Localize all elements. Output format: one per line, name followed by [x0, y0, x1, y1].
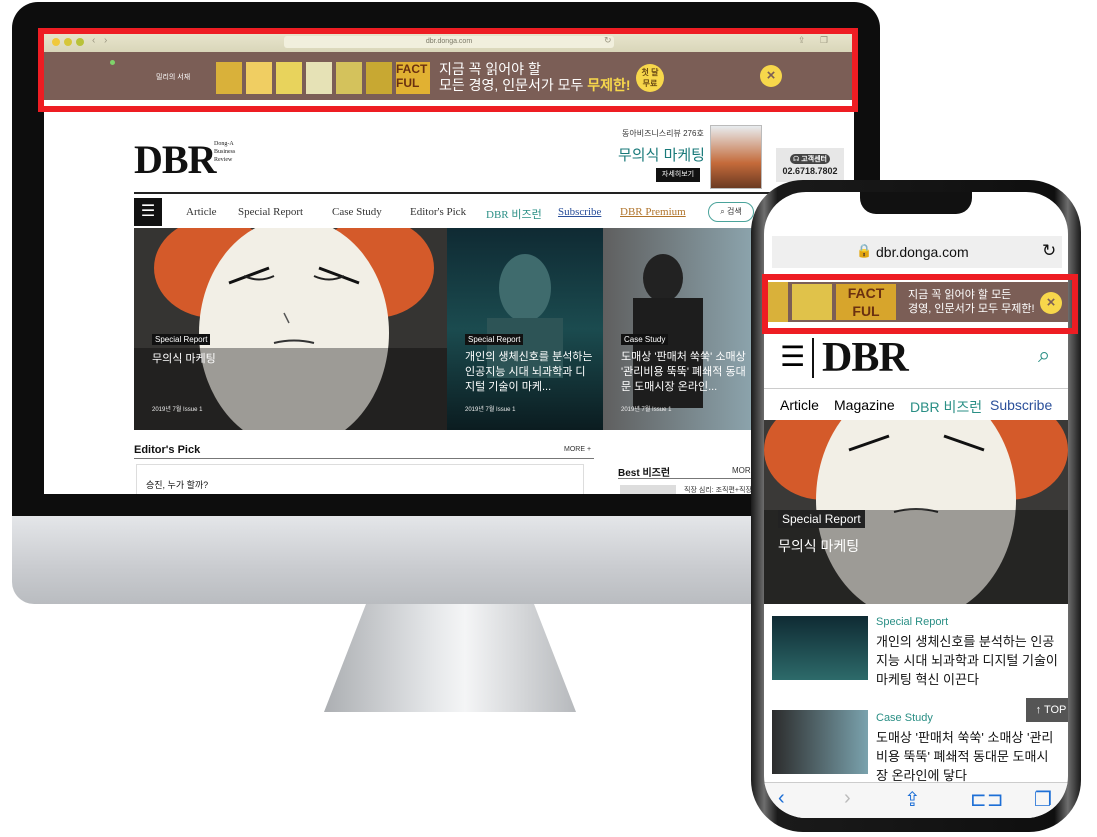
- mobile-nav-subscribe[interactable]: Subscribe: [990, 397, 1052, 413]
- hero-main[interactable]: Special Report 무의식 마케팅 2019년 7월 Issue 1: [134, 228, 447, 430]
- mobile-nav-article[interactable]: Article: [780, 397, 819, 413]
- logo-sub-3: Review: [214, 157, 233, 163]
- editors-pick-more-link[interactable]: MORE +: [564, 446, 591, 453]
- mobile-hero-title: 무의식 마케팅: [778, 538, 860, 554]
- imac-stand: [324, 604, 576, 712]
- mobile-hero[interactable]: Special Report 무의식 마케팅: [764, 420, 1068, 604]
- editors-pick-heading: Editor's Pick: [134, 444, 201, 456]
- article-1-label: Special Report: [876, 616, 949, 628]
- hero-tile-3-date: 2019년 7월 Issue 1: [621, 407, 672, 413]
- divider: [812, 338, 814, 378]
- logo-subtitle: Dong-A Business Review: [214, 140, 235, 164]
- mobile-url-bar[interactable]: 🔒 dbr.donga.com ↻: [772, 236, 1062, 268]
- arrow-up-icon: ↑: [1035, 704, 1042, 716]
- logo-sub-1: Dong-A: [214, 141, 234, 147]
- highlight-box-desktop-ad: [38, 28, 858, 112]
- hero-tile-3-label: Case Study: [621, 334, 669, 345]
- main-nav: ☰ Article Special Report Case Study Edit…: [134, 192, 850, 231]
- imac-chin: [12, 516, 880, 604]
- mobile-header: ☰ ⌕: [764, 332, 1068, 386]
- phone-notch: [860, 192, 972, 214]
- hamburger-menu-icon[interactable]: ☰: [134, 198, 162, 226]
- scroll-top-label: TOP: [1043, 704, 1067, 716]
- divider: [134, 458, 594, 459]
- mobile-toolbar: ‹ › ⇪ ⊏⊐ ❐: [764, 782, 1068, 818]
- hero-tile-3-title: 도매상 '판매처 쑥쑥' 소매상 '관리비용 뚝뚝' 폐쇄적 동대문 도매시장 …: [621, 351, 746, 393]
- search-label: 검색: [726, 207, 742, 216]
- nav-bizrun[interactable]: DBR 비즈런: [486, 206, 542, 222]
- nav-special-report[interactable]: Special Report: [238, 206, 303, 218]
- hero-main-title: 무의식 마케팅: [152, 353, 216, 365]
- hero-tile-2-label: Special Report: [465, 334, 524, 345]
- tabs-icon[interactable]: ❐: [1034, 787, 1052, 812]
- lock-icon: 🔒: [856, 243, 873, 258]
- magazine-cover[interactable]: [710, 125, 762, 189]
- editors-pick-item[interactable]: 승진, 누가 할까?: [146, 478, 208, 491]
- back-icon[interactable]: ‹: [778, 787, 785, 810]
- article-thumbnail-1[interactable]: [772, 616, 868, 680]
- hero-tile-2-date: 2019년 7월 Issue 1: [465, 407, 516, 413]
- hamburger-menu-icon[interactable]: ☰: [780, 340, 805, 373]
- nav-article[interactable]: Article: [186, 206, 217, 218]
- hero-tile-2-title: 개인의 생체신호를 분석하는 인공지능 시대 뇌과학과 디지털 기술이 마케..…: [465, 351, 593, 393]
- scroll-top-button[interactable]: ↑ TOP: [1026, 698, 1068, 722]
- issue-more-button[interactable]: 자세히보기: [656, 168, 700, 182]
- headset-icon: ☊: [793, 156, 800, 163]
- article-1-title[interactable]: 개인의 생체신호를 분석하는 인공지능 시대 뇌과학과 디지털 기술이 마케팅 …: [876, 632, 1060, 689]
- best-bizrun-thumbnail[interactable]: [620, 485, 676, 494]
- best-bizrun-item[interactable]: 직장 심리: 조직편+직장: [684, 485, 752, 494]
- mobile-nav: Article Magazine DBR 비즈런 Subscribe: [764, 388, 1068, 419]
- mobile-nav-bizrun[interactable]: DBR 비즈런: [910, 397, 982, 417]
- nav-subscribe[interactable]: Subscribe: [558, 206, 601, 218]
- site-logo[interactable]: DBR: [134, 136, 216, 183]
- bookmarks-icon[interactable]: ⊏⊐: [970, 787, 1004, 812]
- highlight-box-mobile-ad: [762, 274, 1078, 334]
- mobile-site-logo[interactable]: DBR: [822, 334, 909, 382]
- search-button[interactable]: ⌕ 검색: [708, 202, 754, 222]
- nav-editors-pick[interactable]: Editor's Pick: [410, 206, 466, 218]
- reload-icon[interactable]: ↻: [1042, 241, 1056, 261]
- share-icon[interactable]: ⇪: [904, 787, 921, 812]
- article-thumbnail-2[interactable]: [772, 710, 868, 774]
- search-icon: ⌕: [720, 207, 725, 216]
- article-2-title[interactable]: 도매상 '판매처 쑥쑥' 소매상 '관리비용 뚝뚝' 폐쇄적 동대문 도매시장 …: [876, 728, 1060, 782]
- forward-icon[interactable]: ›: [844, 787, 851, 810]
- nav-case-study[interactable]: Case Study: [332, 206, 382, 218]
- mobile-url-text: dbr.donga.com: [876, 244, 969, 260]
- nav-premium[interactable]: DBR Premium: [620, 206, 686, 218]
- hero-tile-2[interactable]: Special Report 개인의 생체신호를 분석하는 인공지능 시대 뇌과…: [447, 228, 603, 430]
- hero-main-illustration: [134, 228, 447, 430]
- search-icon[interactable]: ⌕: [1038, 342, 1050, 368]
- hero-main-date: 2019년 7월 Issue 1: [152, 407, 203, 413]
- best-bizrun-heading: Best 비즈런: [618, 468, 671, 479]
- hero-main-label: Special Report: [152, 334, 211, 345]
- logo-sub-2: Business: [214, 149, 236, 155]
- mobile-hero-label: Special Report: [778, 510, 865, 528]
- issue-number: 동아비즈니스리뷰 276호: [622, 129, 704, 138]
- mobile-nav-magazine[interactable]: Magazine: [834, 397, 895, 413]
- cs-label: ☊ 고객센터: [790, 154, 830, 164]
- article-2-label: Case Study: [876, 712, 933, 724]
- customer-service-box[interactable]: ☊ 고객센터 02.6718.7802: [776, 148, 844, 182]
- cs-label-text: 고객센터: [801, 156, 827, 163]
- hero-tile-2-illustration: [487, 254, 563, 378]
- issue-title[interactable]: 무의식 마케팅: [618, 144, 705, 165]
- cs-phone: 02.6718.7802: [782, 166, 838, 176]
